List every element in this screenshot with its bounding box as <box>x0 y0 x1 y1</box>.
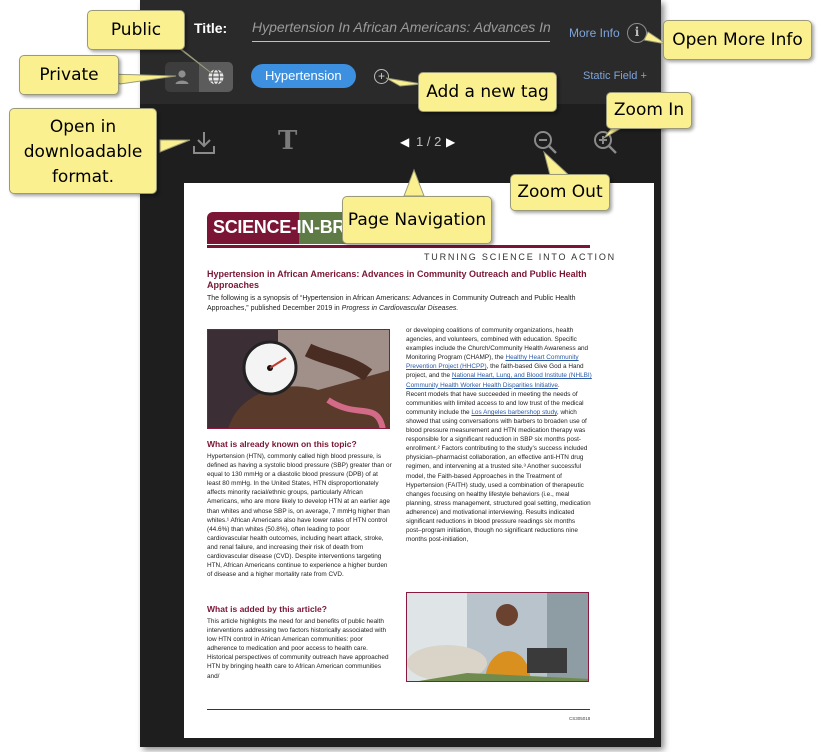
callout-zoom-out: Zoom Out <box>510 174 610 211</box>
callout-public: Public <box>87 10 185 50</box>
callout-page-navigation: Page Navigation <box>342 196 492 244</box>
callout-open-downloadable: Open in downloadable format. <box>9 108 157 194</box>
callout-zoom-in: Zoom In <box>606 92 692 129</box>
callout-open-more-info: Open More Info <box>663 20 812 60</box>
callout-add-tag: Add a new tag <box>418 72 557 112</box>
callout-private: Private <box>19 55 119 95</box>
